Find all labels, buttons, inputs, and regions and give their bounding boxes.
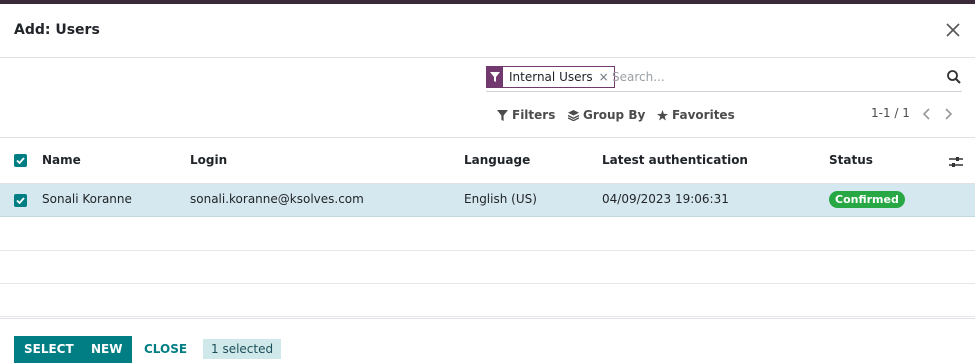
close-icon[interactable] (943, 20, 963, 40)
empty-row (0, 284, 975, 317)
table-header: Name Login Language Latest authenticatio… (0, 137, 975, 184)
select-button[interactable]: SELECT (14, 336, 84, 363)
filters-label: Filters (512, 108, 556, 122)
row-checkbox[interactable] (14, 194, 27, 207)
star-icon (657, 109, 668, 121)
filter-icon (497, 109, 508, 121)
dialog-footer: SELECT NEW CLOSE 1 selected (0, 318, 975, 363)
checkbox-icon (16, 157, 25, 165)
column-header-login[interactable]: Login (190, 153, 227, 167)
search-facet: Internal Users × (486, 66, 615, 88)
column-header-language[interactable]: Language (464, 153, 530, 167)
column-settings-icon[interactable] (949, 154, 963, 168)
chevron-left-icon[interactable] (921, 106, 933, 122)
filter-icon (487, 67, 503, 87)
selected-count: 1 selected (203, 339, 282, 359)
facet-label: Internal Users (509, 70, 593, 84)
dialog-header: Add: Users (0, 4, 975, 58)
favorites-label: Favorites (672, 108, 735, 122)
cell-name: Sonali Koranne (42, 192, 132, 206)
cell-login: sonali.koranne@ksolves.com (190, 192, 364, 206)
chevron-right-icon[interactable] (942, 106, 954, 122)
column-header-name[interactable]: Name (42, 153, 81, 167)
cell-latest-authentication: 04/09/2023 19:06:31 (602, 192, 729, 206)
close-button[interactable]: CLOSE (134, 336, 197, 363)
empty-row (0, 218, 975, 251)
filters-button[interactable]: Filters (497, 106, 555, 124)
group-by-label: Group By (583, 108, 646, 122)
favorites-button[interactable]: Favorites (657, 106, 735, 124)
cell-language: English (US) (464, 192, 537, 206)
add-users-dialog: Add: Users Internal Users × Filters Grou… (0, 4, 975, 363)
select-all-checkbox[interactable] (14, 154, 27, 167)
dialog-title: Add: Users (14, 22, 100, 38)
layers-icon (568, 109, 579, 121)
search-bar: Internal Users × (486, 66, 962, 92)
column-header-status[interactable]: Status (829, 153, 873, 167)
group-by-button[interactable]: Group By (568, 106, 645, 124)
column-header-latest-authentication[interactable]: Latest authentication (602, 153, 748, 167)
checkbox-icon (16, 197, 25, 205)
empty-row (0, 251, 975, 284)
search-input[interactable] (612, 68, 912, 86)
status-badge: Confirmed (829, 191, 905, 208)
table-row[interactable]: Sonali Koranne sonali.koranne@ksolves.co… (0, 184, 975, 217)
pager-value[interactable]: 1-1 / 1 (871, 106, 910, 120)
search-icon[interactable] (946, 69, 962, 85)
new-button[interactable]: NEW (81, 336, 133, 363)
